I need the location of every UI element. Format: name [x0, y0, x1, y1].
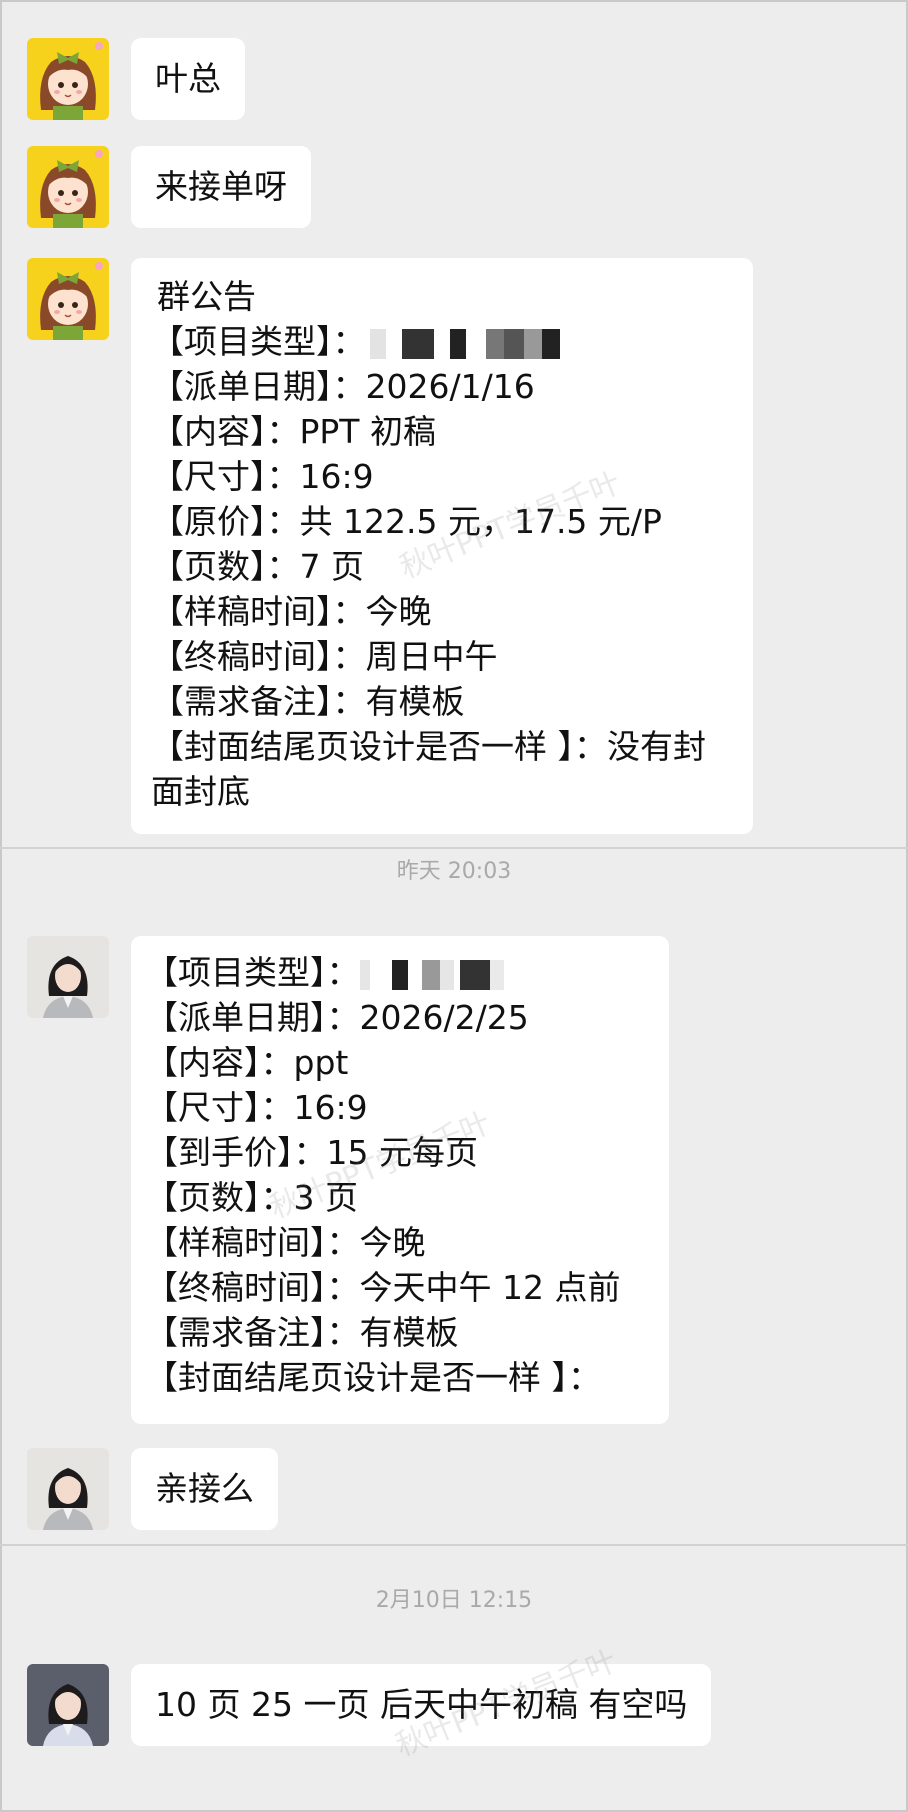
message-text: 叶总	[155, 59, 221, 98]
woman-photo-avatar-image	[27, 1448, 109, 1530]
field-pages: 【页数】：7 页	[151, 547, 364, 586]
announcement-title: 群公告	[157, 277, 256, 316]
cartoon-girl-avatar-image	[27, 146, 109, 228]
field-draft-time: 【样稿时间】：今晚	[145, 1223, 426, 1262]
message-bubble[interactable]: 叶总	[131, 38, 245, 120]
field-content: 【内容】：PPT 初稿	[151, 412, 436, 451]
frame-border-top	[0, 0, 908, 2]
field-final-time: 【终稿时间】：周日中午	[151, 637, 498, 676]
field-notes: 【需求备注】：有模板	[145, 1313, 459, 1352]
woman-photo-avatar[interactable]	[27, 936, 109, 1018]
field-content: 【内容】：ppt	[145, 1043, 349, 1082]
message-text: 亲接么	[155, 1469, 254, 1508]
field-final-time: 【终稿时间】：今天中午 12 点前	[145, 1268, 621, 1307]
cartoon-girl-avatar[interactable]	[27, 146, 109, 228]
woman-photo-avatar[interactable]	[27, 1664, 109, 1746]
field-notes: 【需求备注】：有模板	[151, 682, 465, 721]
field-price: 【原价】：共 122.5 元，17.5 元/P	[151, 502, 662, 541]
frame-border-left	[0, 0, 2, 1812]
woman-photo-avatar-image	[27, 1664, 109, 1746]
announcement-bubble[interactable]: 群公告 【项目类型】： 【派单日期】：2026/1/16 【内容】：PPT 初稿…	[131, 258, 753, 834]
cartoon-girl-avatar-image	[27, 258, 109, 340]
cartoon-girl-avatar[interactable]	[27, 38, 109, 120]
field-cover-design: 【封面结尾页设计是否一样 】：	[145, 1358, 601, 1397]
field-price: 【到手价】：15 元每页	[145, 1133, 478, 1172]
field-cover-design: 【封面结尾页设计是否一样 】：没有封面封底	[151, 727, 706, 811]
redacted-text	[359, 959, 520, 990]
message-bubble[interactable]: 来接单呀	[131, 146, 311, 228]
field-project-type: 【项目类型】：	[151, 319, 735, 364]
order-bubble[interactable]: 【项目类型】： 【派单日期】：2026/2/25 【内容】：ppt 【尺寸】：1…	[131, 936, 669, 1424]
timestamp: 昨天 20:03	[396, 859, 512, 884]
message-bubble[interactable]: 10 页 25 一页 后天中午初稿 有空吗	[131, 1664, 712, 1746]
field-pages: 【页数】：3 页	[145, 1178, 358, 1217]
field-dispatch-date: 【派单日期】：2026/1/16	[151, 367, 535, 406]
field-size: 【尺寸】：16:9	[151, 457, 374, 496]
field-project-type: 【项目类型】：	[145, 950, 651, 995]
cartoon-girl-avatar-image	[27, 38, 109, 120]
chat-screen: 叶总 来接单呀 群公告 【项目类型】： 【派单日期】：2026/1/16 【内容…	[0, 0, 908, 1812]
section-divider	[0, 1544, 908, 1546]
message-text: 10 页 25 一页 后天中午初稿 有空吗	[155, 1685, 688, 1724]
section-divider	[0, 847, 908, 849]
woman-photo-avatar[interactable]	[27, 1448, 109, 1530]
message-text: 来接单呀	[155, 167, 287, 206]
message-bubble[interactable]: 亲接么	[131, 1448, 278, 1530]
woman-photo-avatar-image	[27, 936, 109, 1018]
redacted-text	[366, 328, 576, 359]
field-draft-time: 【样稿时间】：今晚	[151, 592, 432, 631]
field-dispatch-date: 【派单日期】：2026/2/25	[145, 998, 529, 1037]
cartoon-girl-avatar[interactable]	[27, 258, 109, 340]
timestamp: 2月10日 12:15	[375, 1588, 533, 1613]
field-size: 【尺寸】：16:9	[145, 1088, 368, 1127]
